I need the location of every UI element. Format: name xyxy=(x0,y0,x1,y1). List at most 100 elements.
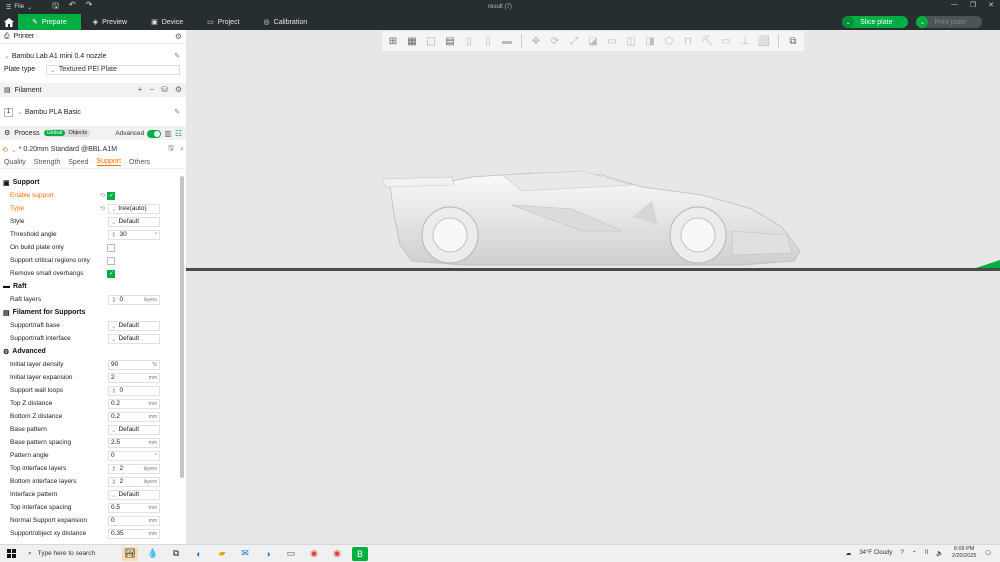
support-style-select[interactable]: ⌄ Default xyxy=(108,216,160,227)
edge-dev-icon[interactable]: ◑ xyxy=(260,547,276,561)
setting-input[interactable]: 0.2 mm xyxy=(108,411,160,422)
arrange-icon[interactable]: ▤ xyxy=(442,33,458,49)
build-plate-only-checkbox[interactable] xyxy=(107,243,115,252)
filament-slot-row[interactable]: 1 ⌄ Bambu PLA Basic ✎ xyxy=(0,105,186,119)
undo-icon[interactable]: ↶ xyxy=(69,0,76,14)
delete-icon[interactable]: ▬ xyxy=(499,33,515,49)
tab-others[interactable]: Others xyxy=(129,159,150,166)
edit-icon[interactable]: ✎ xyxy=(174,108,180,116)
list-icon[interactable]: ☷ xyxy=(175,129,182,138)
task-view-icon[interactable]: ⧉ xyxy=(168,547,184,561)
app-icon[interactable]: ▭ xyxy=(283,547,299,561)
save-preset-icon[interactable]: 🖫 xyxy=(168,144,174,155)
3d-viewport[interactable]: ⊞ ▦ ⬚ ▤ ▯ ▯ ▬ ✥ ⟳ ⤢ ◪ ▭ ◫ ◨ ⬠ ⊓ ⛏ ▭ ⊥ ⬜ … xyxy=(186,30,1000,544)
seam-paint-icon[interactable]: ⊓ xyxy=(680,33,696,49)
move-icon[interactable]: ✥ xyxy=(528,33,544,49)
raft-layers-input[interactable]: ⇕ 0 layers xyxy=(108,294,160,305)
enable-support-checkbox[interactable] xyxy=(107,191,115,200)
threshold-angle-input[interactable]: ⇕ 30 ° xyxy=(108,229,160,240)
taskbar-search[interactable]: ⌕ Type here to search xyxy=(22,550,114,558)
setting-select[interactable]: ⌄ Default xyxy=(108,489,160,500)
setting-input[interactable]: ⇕ 2 layers xyxy=(108,476,160,487)
chevron-down-icon[interactable]: ⌄ xyxy=(916,16,929,28)
add-plate-icon[interactable]: ▦ xyxy=(404,33,420,49)
clock[interactable]: 6:09 PM 2/20/2025 xyxy=(952,546,976,560)
chevron-down-icon[interactable]: ⌄ xyxy=(842,16,855,28)
help-icon[interactable]: ? xyxy=(900,550,903,556)
remove-icon[interactable]: − xyxy=(149,85,154,94)
minimize-icon[interactable]: — xyxy=(951,1,958,9)
tab-device[interactable]: ▣ Device xyxy=(139,14,195,30)
tab-speed[interactable]: Speed xyxy=(68,159,88,166)
add-object-icon[interactable]: ⊞ xyxy=(385,33,401,49)
tab-project[interactable]: ▭ Project xyxy=(195,14,251,30)
scale-icon[interactable]: ⤢ xyxy=(566,33,582,49)
cut-icon[interactable]: ▭ xyxy=(604,33,620,49)
tab-support[interactable]: Support xyxy=(96,158,122,166)
restore-icon[interactable]: ❐ xyxy=(970,1,976,9)
outlook-icon[interactable]: ✉ xyxy=(237,547,253,561)
assembly-icon[interactable]: ⬜ xyxy=(756,33,772,49)
rotate-icon[interactable]: ⟳ xyxy=(547,33,563,49)
edit-icon[interactable]: ✎ xyxy=(174,52,180,60)
gear-icon[interactable]: ⚙ xyxy=(175,32,182,41)
spin-icon[interactable]: ⇕ xyxy=(111,465,116,473)
setting-input[interactable]: ⇕ 0 xyxy=(108,385,160,396)
spin-icon[interactable]: ⇕ xyxy=(111,478,116,486)
settings-scrollbar[interactable] xyxy=(180,176,184,478)
chrome-icon[interactable]: ◉ xyxy=(306,547,322,561)
measure-icon[interactable]: ⊥ xyxy=(737,33,753,49)
close-icon[interactable]: ✕ xyxy=(988,1,994,9)
car-model[interactable] xyxy=(382,165,822,275)
remove-small-overhangs-checkbox[interactable] xyxy=(107,269,115,278)
compare-icon[interactable]: ▥ xyxy=(164,129,172,138)
setting-input[interactable]: 0 ° xyxy=(108,450,160,461)
spin-icon[interactable]: ⇕ xyxy=(111,387,116,395)
setting-input[interactable]: 0.5 mm xyxy=(108,502,160,513)
advanced-toggle[interactable] xyxy=(147,129,162,138)
lay-on-face-icon[interactable]: ◪ xyxy=(585,33,601,49)
slice-plate-button[interactable]: ⌄ Slice plate xyxy=(842,16,909,28)
drop-icon[interactable]: 💧 xyxy=(145,547,161,561)
support-base-select[interactable]: ⌄ Default xyxy=(108,320,160,331)
scope-toggle[interactable]: Global Objects xyxy=(43,129,91,137)
add-icon[interactable]: + xyxy=(138,85,143,94)
reset-icon[interactable]: ⟲ xyxy=(100,205,105,212)
chrome-profile-icon[interactable]: ◉ xyxy=(329,547,345,561)
volume-icon[interactable]: 🔈 xyxy=(936,550,943,557)
setting-select[interactable]: ⌄ Default xyxy=(108,424,160,435)
file-menu[interactable]: ☰ File ⌄ xyxy=(6,4,32,11)
notification-icon[interactable]: 🗨 xyxy=(984,550,992,557)
text-icon[interactable]: ▭ xyxy=(718,33,734,49)
spin-icon[interactable]: ⇕ xyxy=(111,231,116,239)
orient-icon[interactable]: ⬚ xyxy=(423,33,439,49)
setting-input[interactable]: 2 mm xyxy=(108,372,160,383)
search-icon[interactable]: ⌕ xyxy=(180,146,184,154)
critical-regions-checkbox[interactable] xyxy=(107,256,115,265)
support-interface-select[interactable]: ⌄ Default xyxy=(108,333,160,344)
printer-select[interactable]: ⌄ Bambu Lab A1 mini 0.4 nozzle ✎ xyxy=(0,49,186,63)
setting-input[interactable]: 0 mm xyxy=(108,515,160,526)
color-paint-icon[interactable]: ⛏ xyxy=(699,33,715,49)
view-mode-icon[interactable]: ⧉ xyxy=(785,33,801,49)
setting-input[interactable]: ⇕ 2 layers xyxy=(108,463,160,474)
tab-calibration[interactable]: ◎ Calibration xyxy=(252,14,320,30)
setting-input[interactable]: 2.5 mm xyxy=(108,437,160,448)
home-button[interactable] xyxy=(0,14,18,30)
tab-quality[interactable]: Quality xyxy=(4,159,26,166)
reset-icon[interactable]: ⟲ xyxy=(100,192,105,199)
spin-icon[interactable]: ⇕ xyxy=(111,296,116,304)
process-preset-select[interactable]: ⌄ * 0.20mm Standard @BBL A1M xyxy=(8,145,164,155)
file-explorer-icon[interactable]: ▰ xyxy=(214,547,230,561)
network-icon[interactable]: ⌷ xyxy=(925,550,929,557)
print-plate-button[interactable]: ⌄ Print plate xyxy=(916,16,982,28)
support-paint-icon[interactable]: ⬠ xyxy=(661,33,677,49)
paste-icon[interactable]: ▯ xyxy=(480,33,496,49)
edge-icon[interactable]: ◐ xyxy=(191,547,207,561)
sync-icon[interactable]: ⛁ xyxy=(161,85,168,94)
redo-icon[interactable]: ↷ xyxy=(86,0,93,14)
boolean-icon[interactable]: ◨ xyxy=(642,33,658,49)
copy-icon[interactable]: ▯ xyxy=(461,33,477,49)
setting-input[interactable]: 0.35 mm xyxy=(108,528,160,539)
save-icon[interactable]: 🖫 xyxy=(52,0,59,14)
